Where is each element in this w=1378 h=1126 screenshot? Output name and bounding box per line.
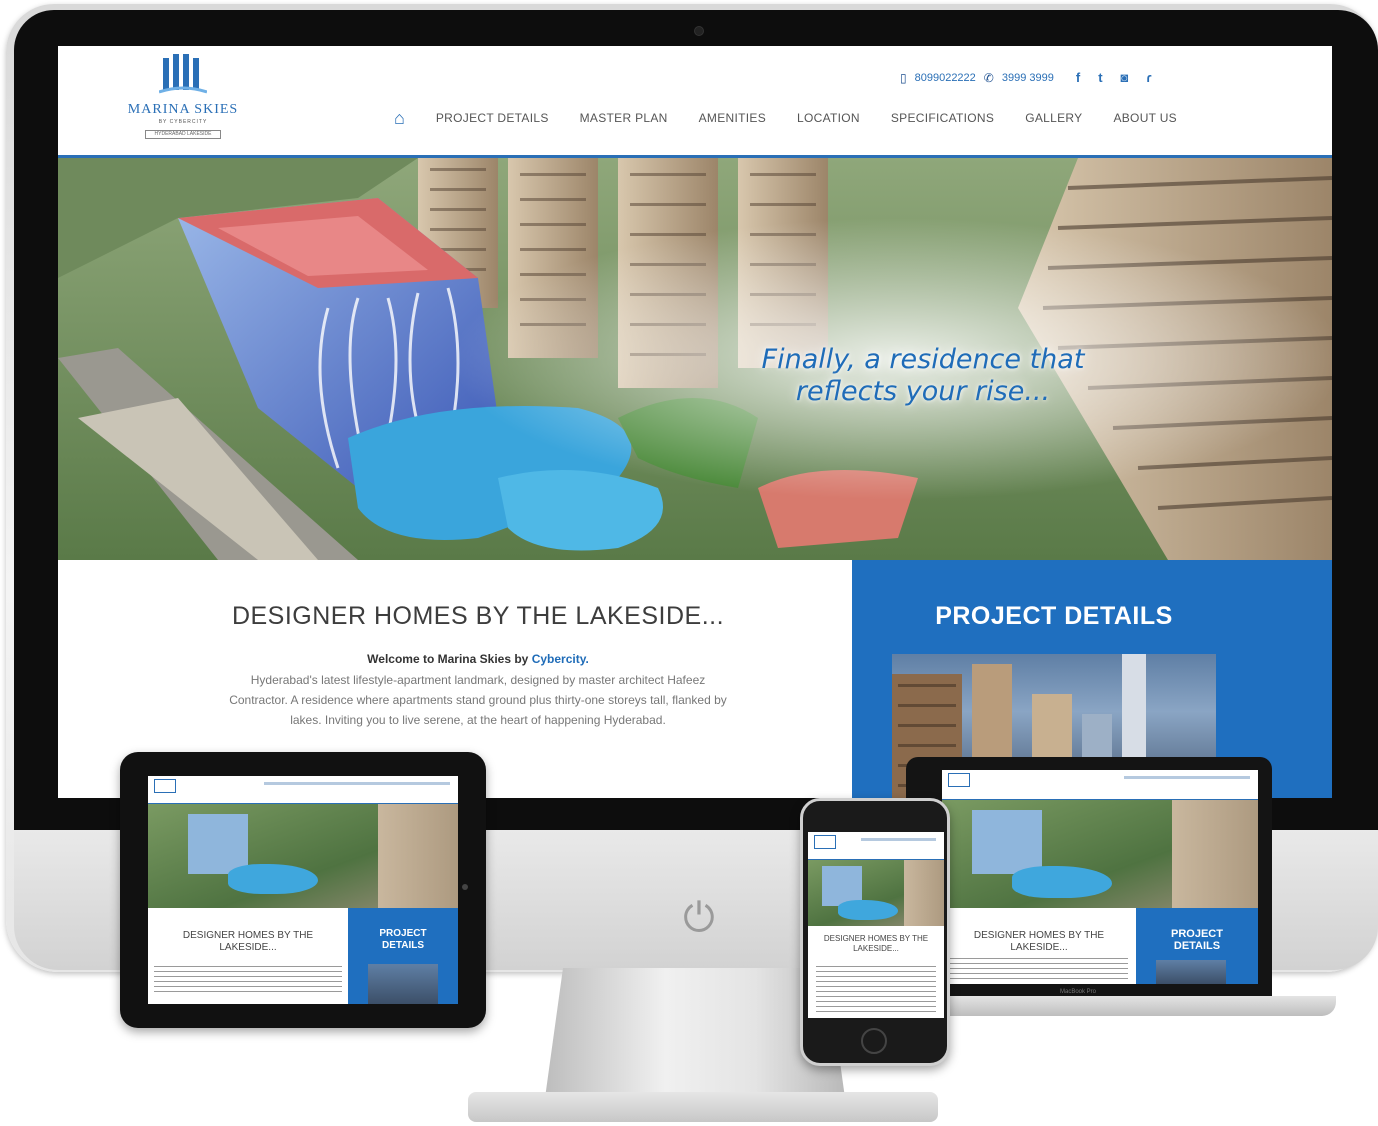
laptop-project-details[interactable]: PROJECT DETAILS [1136,908,1258,984]
phone-number-2[interactable]: 3999 3999 [1002,72,1054,84]
phone-logo [814,835,836,849]
phone-home-button [861,1028,887,1054]
nav-amenities[interactable]: AMENITIES [699,111,766,125]
laptop-project-details-title: PROJECT DETAILS [1171,928,1223,952]
phone-website: DESIGNER HOMES BY THE LAKESIDE... [808,832,944,1018]
tablet-hero [148,804,458,908]
tablet-body [154,966,342,996]
laptop-website: DESIGNER HOMES BY THE LAKESIDE... PROJEC… [942,770,1258,984]
instagram-icon[interactable]: ◙ [1121,70,1129,85]
laptop-model-label: MacBook Pro [1060,989,1097,995]
nav-master-plan[interactable]: MASTER PLAN [580,111,668,125]
tablet-project-details[interactable]: PROJECT DETAILS [348,908,458,1004]
logo-mark-icon [159,54,207,94]
tablet-project-details-title: PROJECT DETAILS [379,928,427,951]
site-header: MARINA SKIES BY CYBERCITY HYDERABAD LAKE… [58,46,1332,158]
intro-heading: DESIGNER HOMES BY THE LAKESIDE... [231,602,725,630]
social-links: f t ◙ ɾ [1076,70,1152,85]
nav-specifications[interactable]: SPECIFICATIONS [891,111,994,125]
intro-body: Hyderabad's latest lifestyle-apartment l… [229,673,727,727]
imac-foot [468,1092,938,1122]
laptop-base [898,996,1336,1016]
device-mockup-stage: ⏻ MARINA SKIES BY CYBERCITY HYDERABAD LA… [0,0,1378,1126]
welcome-brand-link[interactable]: Cybercity. [532,652,589,666]
hero-tagline: Finally, a residence that reflects your … [748,344,1098,408]
phone-body [816,966,936,1014]
tablet-header [148,776,458,804]
power-icon: ⏻ [683,896,715,940]
tablet-nav [264,782,450,785]
brand-subtitle: BY CYBERCITY [158,119,208,125]
laptop-logo [948,773,970,787]
laptop-hero [942,800,1258,908]
main-nav: ⌂ PROJECT DETAILS MASTER PLAN AMENITIES … [394,108,1177,128]
home-icon[interactable]: ⌂ [394,108,405,128]
phone-intro: DESIGNER HOMES BY THE LAKESIDE... [808,926,944,1018]
phone-heading: DESIGNER HOMES BY THE LAKESIDE... [823,934,929,953]
facebook-icon[interactable]: f [1076,70,1080,85]
tablet-intro: DESIGNER HOMES BY THE LAKESIDE... [148,908,348,1004]
tablet-home-button [462,884,468,890]
desktop-website: MARINA SKIES BY CYBERCITY HYDERABAD LAKE… [58,46,1332,798]
phone-number-1[interactable]: 8099022222 [915,72,976,84]
twitter-icon[interactable]: t [1098,70,1102,85]
laptop-header [942,770,1258,800]
welcome-line: Welcome to Marina Skies by Cybercity. [58,652,898,666]
tablet-logo [154,779,176,793]
laptop-project-image [1156,960,1226,984]
nav-gallery[interactable]: GALLERY [1025,111,1082,125]
tablet-project-image [368,964,438,1004]
laptop-intro: DESIGNER HOMES BY THE LAKESIDE... [942,908,1136,984]
mobile-icon: ▯ [900,70,907,85]
hero-line-2: reflects your rise... [795,376,1051,407]
laptop-heading: DESIGNER HOMES BY THE LAKESIDE... [973,930,1105,953]
phone-nav [861,838,936,841]
nav-about-us[interactable]: ABOUT US [1113,111,1177,125]
tablet-heading: DESIGNER HOMES BY THE LAKESIDE... [182,930,314,953]
rss-icon[interactable]: ɾ [1146,70,1151,85]
hero-image [58,158,1332,560]
brand-name: MARINA SKIES [127,102,239,117]
hero-banner: Finally, a residence that reflects your … [58,158,1332,560]
hero-line-1: Finally, a residence that [761,344,1085,375]
phone-header [808,832,944,860]
camera-icon [694,26,704,36]
phone-icon: ✆ [983,70,994,85]
project-details-title: PROJECT DETAILS [935,602,1173,630]
nav-location[interactable]: LOCATION [797,111,860,125]
site-logo[interactable]: MARINA SKIES BY CYBERCITY HYDERABAD LAKE… [118,54,248,150]
brand-tagline: HYDERABAD LAKESIDE [145,130,221,139]
contact-bar: ▯ 8099022222 ✆ 3999 3999 f t ◙ ɾ [900,70,1151,85]
nav-project-details[interactable]: PROJECT DETAILS [436,111,549,125]
laptop-nav [1123,776,1250,779]
laptop-body [950,958,1128,980]
tablet-website: DESIGNER HOMES BY THE LAKESIDE... PROJEC… [148,776,458,1004]
phone-hero [808,860,944,926]
welcome-prefix: Welcome to Marina Skies by [367,652,532,666]
